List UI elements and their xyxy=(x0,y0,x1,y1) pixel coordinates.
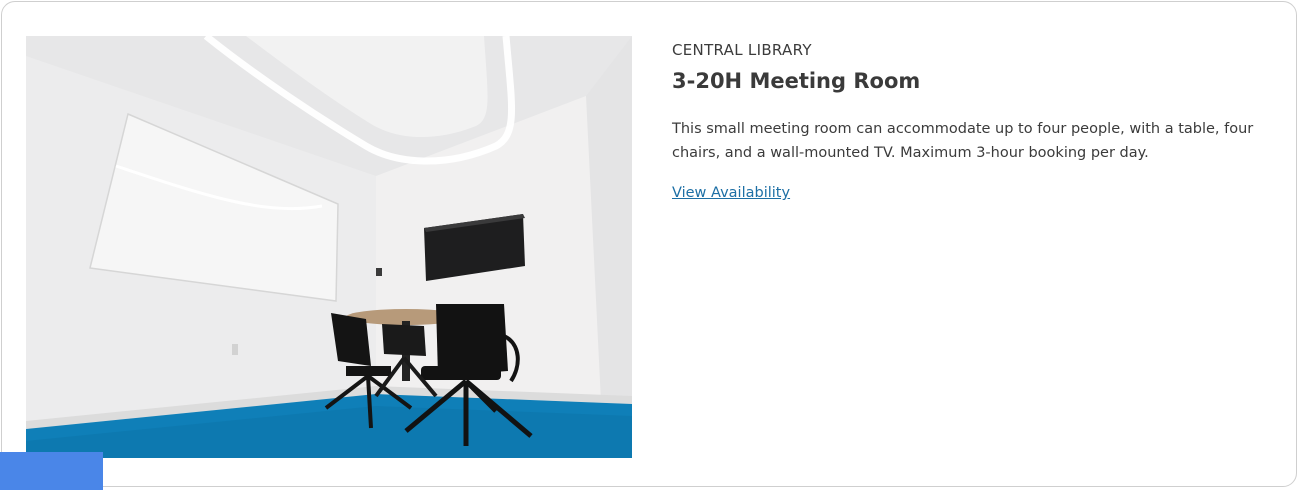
accent-tab xyxy=(0,452,103,490)
room-info: CENTRAL LIBRARY 3-20H Meeting Room This … xyxy=(672,40,1272,201)
view-availability-link[interactable]: View Availability xyxy=(672,185,790,201)
location-label: CENTRAL LIBRARY xyxy=(672,41,812,59)
room-title: 3-20H Meeting Room xyxy=(672,69,921,93)
room-card: CENTRAL LIBRARY 3-20H Meeting Room This … xyxy=(1,1,1297,487)
room-description: This small meeting room can accommodate … xyxy=(672,121,1254,161)
room-photo xyxy=(26,36,632,458)
